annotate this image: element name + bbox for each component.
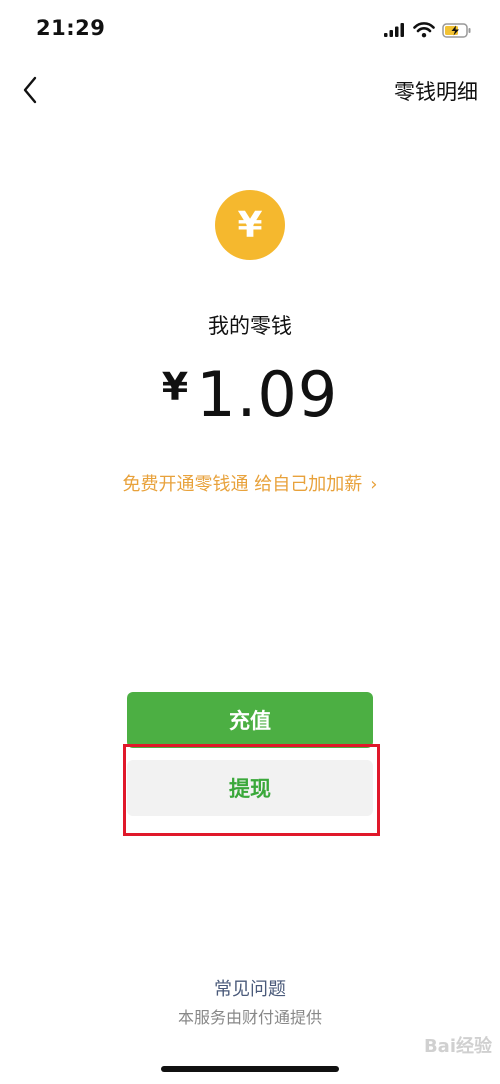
status-icons bbox=[384, 20, 472, 40]
provider-note: 本服务由财付通提供 bbox=[177, 1008, 322, 1027]
withdraw-label: 提现 bbox=[229, 777, 271, 801]
watermark: Bai经验 bbox=[423, 1036, 492, 1057]
faq-link[interactable]: 常见问题 bbox=[0, 975, 500, 1001]
back-button[interactable] bbox=[12, 72, 48, 108]
yuan-coin-icon: ¥ bbox=[215, 190, 285, 260]
cellular-signal-icon bbox=[384, 23, 404, 37]
balance-currency: ¥ bbox=[161, 365, 189, 409]
recharge-label: 充值 bbox=[229, 709, 271, 733]
chevron-right-icon: › bbox=[370, 474, 378, 495]
battery-charging-icon bbox=[442, 22, 471, 38]
recharge-button[interactable]: 充值 bbox=[127, 692, 373, 748]
transaction-details-link[interactable]: 零钱明细 bbox=[394, 76, 478, 106]
nav-bar: 零钱明细 bbox=[0, 60, 500, 120]
coin-symbol: ¥ bbox=[237, 204, 263, 246]
status-bar: 21:29 bbox=[0, 0, 500, 60]
promo-text: 免费开通零钱通 给自己加加薪 bbox=[122, 474, 363, 495]
balance-amount: 1.09 bbox=[196, 358, 339, 431]
status-time: 21:29 bbox=[36, 16, 106, 40]
wifi-icon bbox=[413, 22, 435, 38]
home-indicator bbox=[161, 1066, 339, 1072]
wallet-label: 我的零钱 bbox=[208, 314, 292, 338]
balance-display: ¥1.09 bbox=[0, 358, 500, 431]
withdraw-button[interactable]: 提现 bbox=[127, 760, 373, 816]
promo-link[interactable]: 免费开通零钱通 给自己加加薪 › bbox=[0, 470, 500, 496]
chevron-left-icon bbox=[23, 76, 37, 104]
